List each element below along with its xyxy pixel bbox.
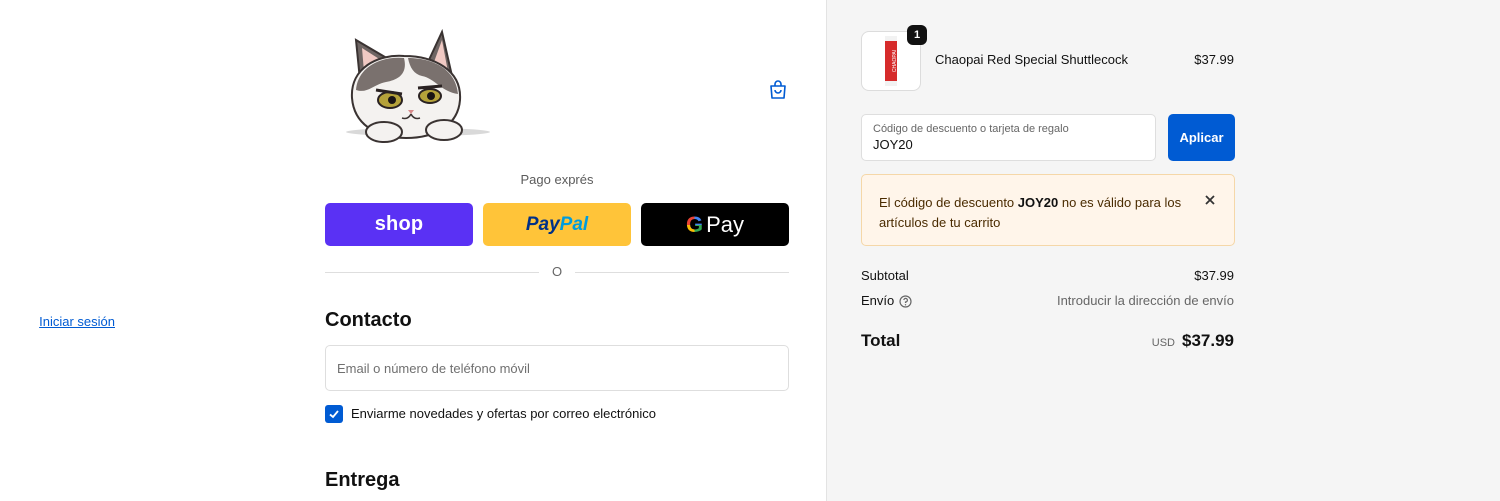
login-link[interactable]: Iniciar sesión bbox=[39, 314, 115, 329]
divider-line-right bbox=[575, 272, 789, 273]
paypal-label-pay: Pay bbox=[525, 213, 560, 235]
apply-discount-button[interactable]: Aplicar bbox=[1168, 114, 1235, 161]
divider-or: O bbox=[551, 264, 563, 279]
product-name: Chaopai Red Special Shuttlecock bbox=[935, 52, 1128, 67]
email-field[interactable] bbox=[325, 345, 789, 391]
total-value: $37.99 bbox=[1182, 331, 1234, 350]
discount-code-field[interactable]: Código de descuento o tarjeta de regalo … bbox=[861, 114, 1156, 161]
close-icon[interactable] bbox=[1202, 192, 1218, 208]
quantity-badge: 1 bbox=[907, 25, 927, 45]
divider-line-left bbox=[325, 272, 539, 273]
newsletter-label[interactable]: Enviarme novedades y ofertas por correo … bbox=[351, 406, 656, 421]
shipping-label: Envío bbox=[861, 293, 895, 308]
paypal-button[interactable]: Pay Pal bbox=[483, 203, 631, 246]
email-input[interactable] bbox=[326, 346, 788, 390]
checkout-main: Pago exprés shop Pay Pal G Pay O Contacto … bbox=[0, 0, 826, 501]
discount-error-alert: El código de descuento JOY20 no es válid… bbox=[861, 174, 1235, 246]
express-checkout-label: Pago exprés bbox=[520, 172, 594, 187]
checkmark-icon bbox=[329, 410, 339, 419]
discount-code-value[interactable]: JOY20 bbox=[873, 137, 1144, 152]
shipping-row: Envío bbox=[861, 293, 912, 308]
shipping-value: Introducir la dirección de envío bbox=[1056, 293, 1234, 308]
contact-title: Contacto bbox=[325, 309, 412, 331]
discount-code-label: Código de descuento o tarjeta de regalo bbox=[873, 123, 1069, 135]
shop-pay-label: shop bbox=[374, 213, 424, 235]
cat-logo bbox=[338, 28, 498, 150]
alert-code: JOY20 bbox=[1017, 195, 1059, 210]
thumb-brand-text: CHAOPAI bbox=[892, 50, 898, 72]
order-summary: CHAOPAI 1 Chaopai Red Special Shuttlecoc… bbox=[826, 0, 1500, 501]
shop-pay-button[interactable]: shop bbox=[325, 203, 473, 246]
google-g-icon: G bbox=[685, 211, 704, 237]
product-price: $37.99 bbox=[1194, 52, 1234, 67]
alert-text-prefix: El código de descuento bbox=[879, 195, 1018, 210]
total-label: Total bbox=[861, 331, 901, 350]
paypal-label-pal: Pal bbox=[559, 213, 589, 235]
total-currency: USD bbox=[1151, 337, 1175, 349]
subtotal-value: $37.99 bbox=[1194, 268, 1234, 283]
newsletter-checkbox[interactable] bbox=[325, 405, 343, 423]
google-pay-label: Pay bbox=[706, 211, 745, 237]
google-pay-button[interactable]: G Pay bbox=[641, 203, 789, 246]
delivery-title: Entrega bbox=[325, 469, 400, 491]
subtotal-label: Subtotal bbox=[861, 268, 909, 283]
shopping-bag-icon[interactable] bbox=[766, 78, 790, 102]
help-circle-icon[interactable] bbox=[899, 295, 912, 308]
discount-error-message: El código de descuento JOY20 no es válid… bbox=[879, 193, 1189, 233]
